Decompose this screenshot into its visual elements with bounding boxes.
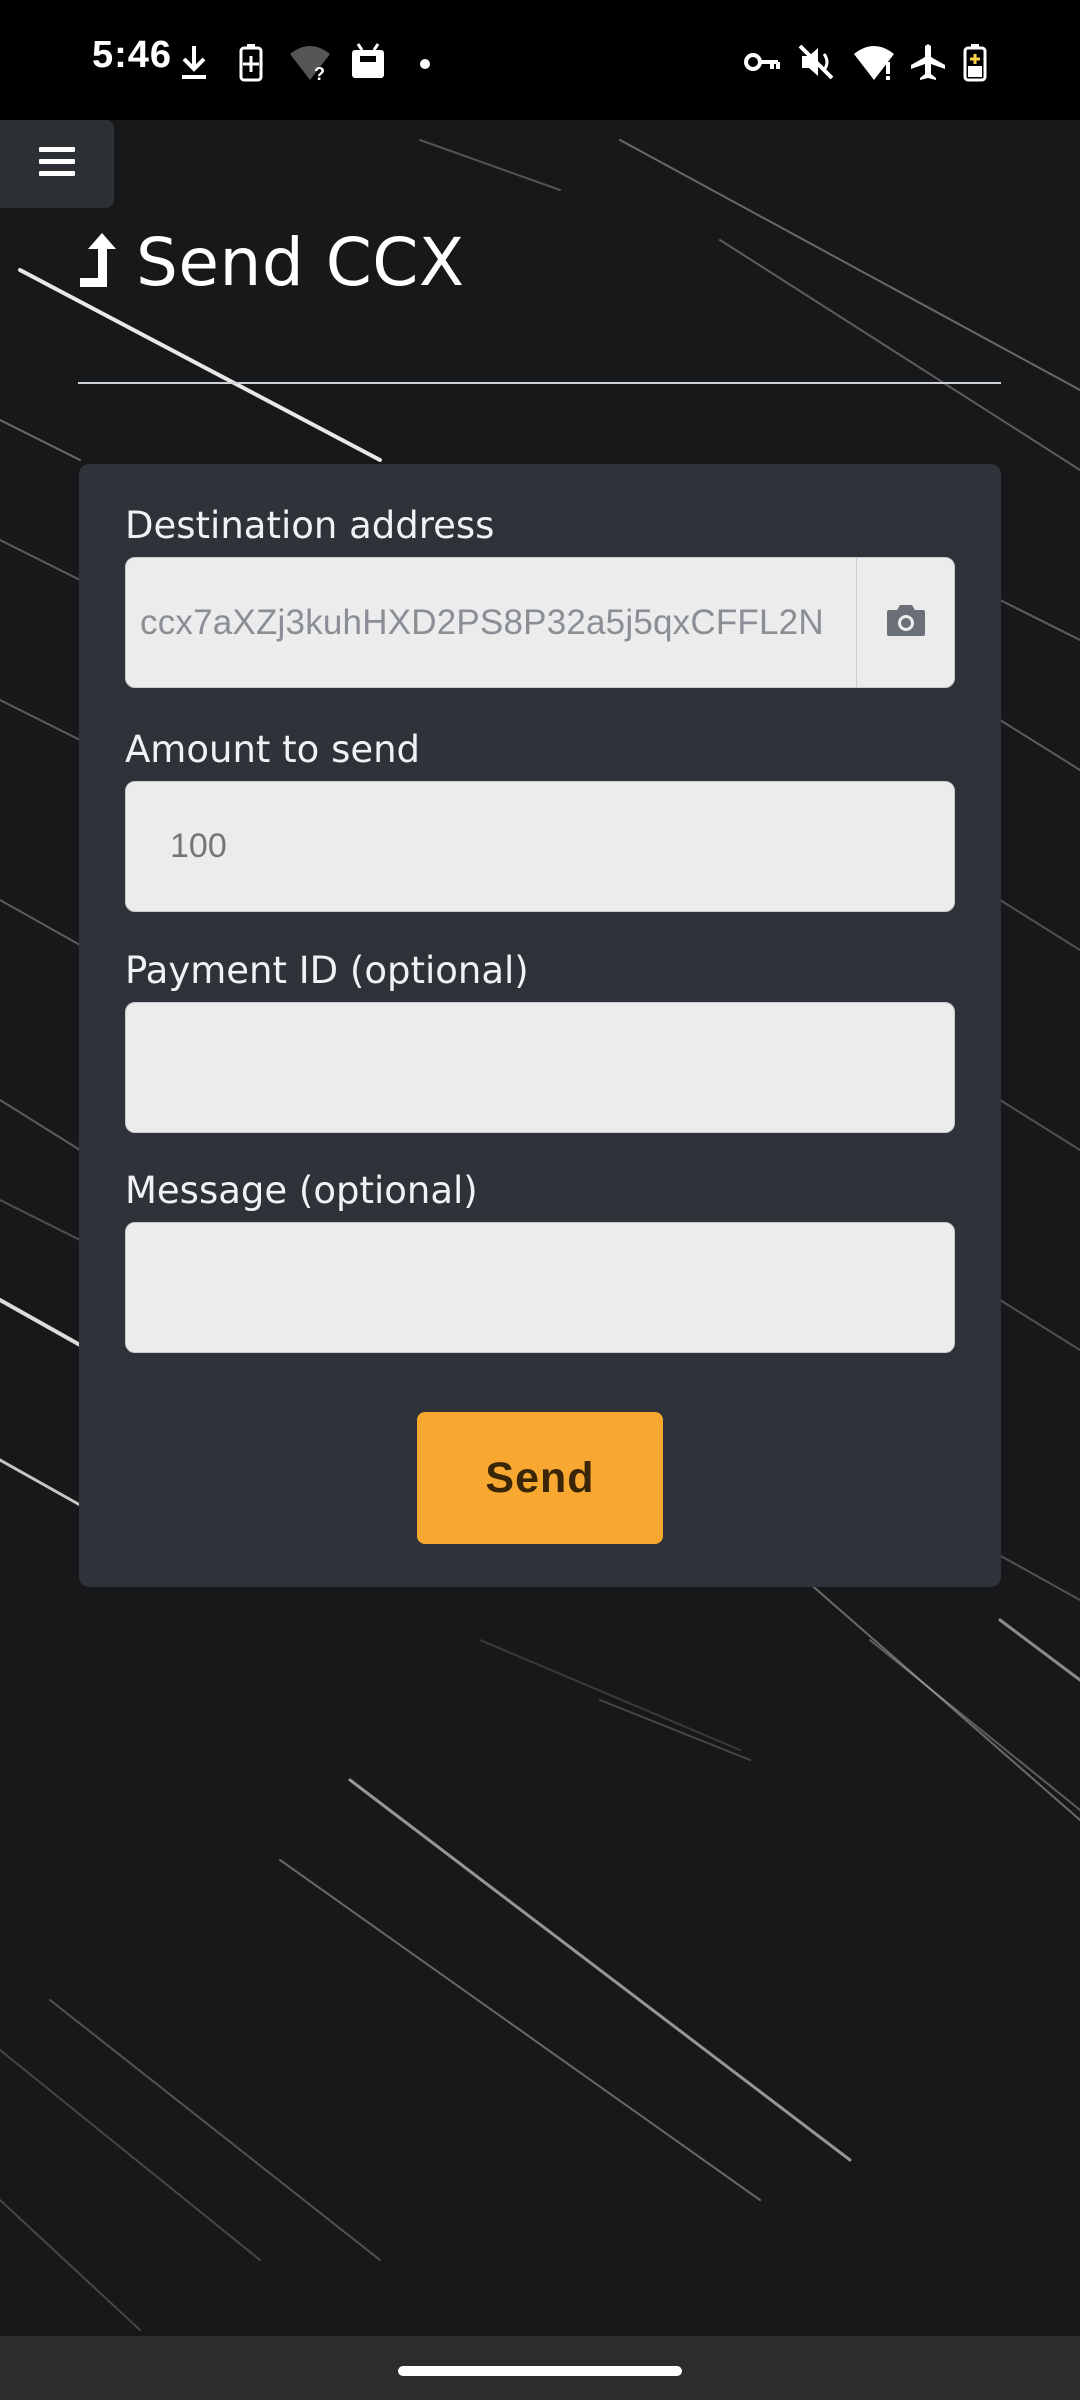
destination-address-label: Destination address <box>125 504 495 547</box>
download-icon <box>178 40 210 84</box>
home-indicator[interactable] <box>398 2366 682 2376</box>
vpn-key-icon <box>742 40 782 84</box>
app-icon <box>348 40 388 84</box>
message-label: Message (optional) <box>125 1169 478 1212</box>
message-input[interactable] <box>126 1223 954 1352</box>
page-title-text: Send CCX <box>136 223 465 301</box>
hamburger-menu-button[interactable] <box>0 120 114 208</box>
amount-label: Amount to send <box>125 728 421 771</box>
status-time: 5:46 <box>92 34 173 76</box>
send-button[interactable]: Send <box>417 1412 663 1544</box>
send-form-card: Destination address Amount to send Payme… <box>79 464 1001 1587</box>
airplane-icon <box>908 40 948 84</box>
payment-id-input[interactable] <box>126 1003 954 1132</box>
battery-icon <box>962 40 988 84</box>
upload-arrow-icon <box>78 231 116 294</box>
hamburger-menu-icon <box>37 145 77 184</box>
camera-icon <box>885 602 927 643</box>
dot-icon <box>418 40 432 84</box>
mute-icon <box>796 40 836 84</box>
message-field <box>125 1222 955 1353</box>
page-title: Send CCX <box>78 220 465 304</box>
scan-qr-button[interactable] <box>856 558 954 687</box>
destination-address-field <box>125 557 955 688</box>
amount-input[interactable] <box>126 782 954 911</box>
payment-id-field <box>125 1002 955 1133</box>
navigation-bar <box>0 2336 1080 2400</box>
svg-text:?: ? <box>314 64 325 82</box>
title-divider <box>78 382 1001 384</box>
status-bar: 5:46 ? <box>0 0 1080 120</box>
send-screen: 5:46 ? Send CCX Destination address ccx7… <box>0 0 1080 2400</box>
battery-saver-icon <box>238 40 264 84</box>
amount-field <box>125 781 955 912</box>
destination-address-input[interactable] <box>126 558 858 687</box>
wifi-alert-icon <box>852 40 896 84</box>
payment-id-label: Payment ID (optional) <box>125 949 529 992</box>
wifi-unknown-icon: ? <box>288 40 332 84</box>
